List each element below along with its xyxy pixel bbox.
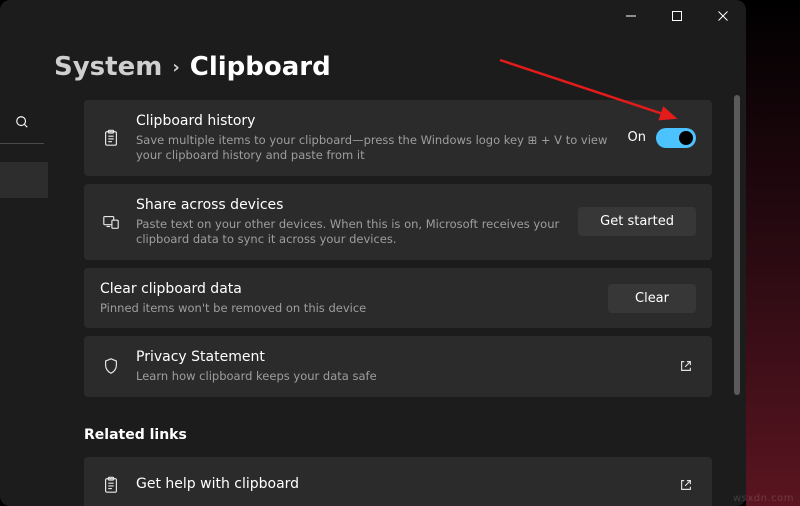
settings-content: Clipboard history Save multiple items to…	[84, 100, 712, 506]
get-started-button[interactable]: Get started	[578, 207, 696, 236]
settings-window: System › Clipboard Clipboard history Sav…	[0, 0, 746, 506]
scrollbar[interactable]	[734, 95, 740, 475]
setting-action: On	[628, 128, 696, 148]
breadcrumb: System › Clipboard	[54, 52, 331, 82]
toggle-state-label: On	[628, 130, 646, 145]
setting-text: Privacy Statement Learn how clipboard ke…	[136, 348, 662, 384]
setting-title: Get help with clipboard	[136, 475, 662, 494]
setting-share-across-devices: Share across devices Paste text on your …	[84, 184, 712, 260]
window-titlebar	[0, 0, 746, 32]
setting-text: Get help with clipboard	[136, 475, 662, 494]
setting-clear-clipboard: Clear clipboard data Pinned items won't …	[84, 268, 712, 328]
setting-clipboard-history: Clipboard history Save multiple items to…	[84, 100, 712, 176]
link-get-help[interactable]: Get help with clipboard	[84, 457, 712, 506]
search-input[interactable]	[0, 110, 44, 144]
setting-action: Clear	[608, 284, 696, 313]
setting-action: Get started	[578, 207, 696, 236]
setting-description: Paste text on your other devices. When t…	[136, 217, 564, 248]
setting-title: Clear clipboard data	[100, 280, 594, 299]
setting-privacy-statement[interactable]: Privacy Statement Learn how clipboard ke…	[84, 336, 712, 396]
related-links-header: Related links	[84, 427, 712, 443]
breadcrumb-parent[interactable]: System	[54, 52, 162, 82]
maximize-button[interactable]	[654, 0, 700, 32]
setting-description: Pinned items won't be removed on this de…	[100, 301, 594, 317]
search-icon	[15, 114, 29, 133]
page-title: Clipboard	[190, 52, 331, 82]
watermark: wsxdn.com	[733, 493, 794, 504]
sidebar	[0, 110, 48, 198]
clipboard-icon	[100, 129, 122, 147]
setting-text: Clipboard history Save multiple items to…	[136, 112, 614, 164]
devices-icon	[100, 213, 122, 231]
setting-title: Share across devices	[136, 196, 564, 215]
open-external-icon	[676, 356, 696, 376]
setting-title: Clipboard history	[136, 112, 614, 131]
sidebar-item-selected[interactable]	[0, 162, 48, 198]
windows-key-icon: ⊞	[528, 133, 538, 147]
setting-description: Learn how clipboard keeps your data safe	[136, 369, 662, 385]
open-external-icon	[676, 475, 696, 495]
clipboard-history-toggle[interactable]	[656, 128, 696, 148]
setting-title: Privacy Statement	[136, 348, 662, 367]
close-button[interactable]	[700, 0, 746, 32]
setting-text: Share across devices Paste text on your …	[136, 196, 564, 248]
shield-icon	[100, 357, 122, 375]
chevron-right-icon: ›	[172, 57, 179, 78]
toggle-knob	[679, 131, 693, 145]
setting-description: Save multiple items to your clipboard—pr…	[136, 133, 614, 164]
scrollbar-thumb[interactable]	[734, 95, 740, 395]
clipboard-icon	[100, 476, 122, 494]
setting-text: Clear clipboard data Pinned items won't …	[100, 280, 594, 316]
clear-button[interactable]: Clear	[608, 284, 696, 313]
desktop-background-strip	[746, 0, 800, 506]
minimize-button[interactable]	[608, 0, 654, 32]
